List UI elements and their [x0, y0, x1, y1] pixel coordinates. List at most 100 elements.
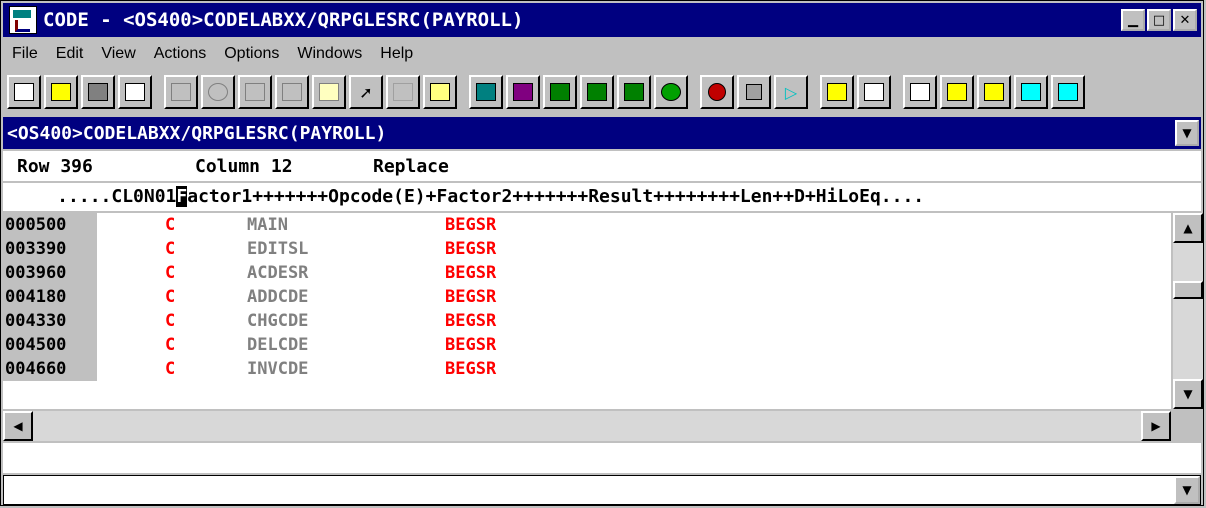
blank-icon[interactable] [386, 75, 420, 109]
opcode: BEGSR [445, 359, 497, 379]
build-2-icon[interactable] [580, 75, 614, 109]
menu-windows[interactable]: Windows [288, 45, 371, 63]
factor1: ADDCDE [247, 287, 309, 307]
layout-icon[interactable] [903, 75, 937, 109]
ruler-suffix: actor1+++++++Opcode(E)+Factor2+++++++Res… [187, 186, 925, 207]
scroll-up-button[interactable]: ▲ [1173, 213, 1203, 243]
format-ruler: .....CL0N01Factor1+++++++Opcode(E)+Facto… [3, 183, 1201, 211]
menu-bar: File Edit View Actions Options Windows H… [3, 41, 1201, 67]
new-file-icon[interactable] [7, 75, 41, 109]
play-icon[interactable]: ▷ [774, 75, 808, 109]
vertical-scrollbar[interactable]: ▲ ▼ [1173, 213, 1203, 409]
source-line[interactable]: 004500 C DELCDE BEGSR [3, 333, 1171, 357]
spec-type: C [165, 215, 176, 235]
forward-icon[interactable] [940, 75, 974, 109]
menu-help[interactable]: Help [371, 45, 422, 63]
source-line[interactable]: 004180 C ADDCDE BEGSR [3, 285, 1171, 309]
close-button[interactable]: ✕ [1173, 9, 1197, 31]
source-line[interactable]: 004660 C INVCDE BEGSR [3, 357, 1171, 381]
app-icon[interactable] [9, 6, 37, 34]
column-indicator: Column 12 [195, 156, 293, 177]
menu-file[interactable]: File [3, 45, 47, 63]
menu-actions[interactable]: Actions [145, 45, 215, 63]
opcode: BEGSR [445, 335, 497, 355]
spec-type: C [165, 311, 176, 331]
command-line[interactable]: ▼ [3, 475, 1201, 505]
path-dropdown-button[interactable]: ▼ [1175, 120, 1199, 146]
sequence-number: 004180 [3, 285, 97, 309]
source-line[interactable]: 003390 C EDITSL BEGSR [3, 237, 1171, 261]
ruler-prefix: .....CL0N01 [3, 186, 177, 207]
sequence-number: 003390 [3, 237, 97, 261]
select-arrow-icon[interactable]: ➚ [349, 75, 383, 109]
paste-icon[interactable] [312, 75, 346, 109]
scroll-down-button[interactable]: ▼ [1173, 379, 1203, 409]
spec-type: C [165, 359, 176, 379]
back-icon[interactable] [977, 75, 1011, 109]
build-3-icon[interactable] [617, 75, 651, 109]
opcode: BEGSR [445, 239, 497, 259]
message-area [3, 443, 1201, 473]
vertical-scroll-track[interactable] [1173, 243, 1203, 379]
program-verify-icon[interactable] [506, 75, 540, 109]
scroll-right-button[interactable]: ▶ [1141, 411, 1171, 441]
menu-view[interactable]: View [92, 45, 144, 63]
debug-bug-icon[interactable] [654, 75, 688, 109]
vertical-scroll-thumb[interactable] [1173, 281, 1203, 299]
source-editor[interactable]: 000500 C MAIN BEGSR 003390 C EDITSL BEGS… [3, 213, 1171, 409]
row-indicator: Row 396 [17, 156, 93, 177]
build-icon[interactable] [543, 75, 577, 109]
scroll-left-button[interactable]: ◀ [3, 411, 33, 441]
menu-edit[interactable]: Edit [47, 45, 93, 63]
spec-type: C [165, 239, 176, 259]
opcode: BEGSR [445, 287, 497, 307]
undo-icon[interactable] [201, 75, 235, 109]
factor1: EDITSL [247, 239, 309, 259]
factor1: INVCDE [247, 359, 309, 379]
source-line[interactable]: 000500 C MAIN BEGSR [3, 213, 1171, 237]
open-folder-icon[interactable] [44, 75, 78, 109]
factor1: DELCDE [247, 335, 309, 355]
print-icon[interactable] [118, 75, 152, 109]
cut-icon[interactable] [164, 75, 198, 109]
copy-icon[interactable] [275, 75, 309, 109]
flashlight-icon[interactable] [423, 75, 457, 109]
command-history-dropdown[interactable]: ▼ [1174, 476, 1200, 504]
source-line[interactable]: 004330 C CHGCDE BEGSR [3, 309, 1171, 333]
calculator-icon[interactable] [857, 75, 891, 109]
scrollbar-corner [1173, 411, 1203, 441]
spec-type: C [165, 335, 176, 355]
spec-type: C [165, 287, 176, 307]
stop-icon[interactable] [737, 75, 771, 109]
factor1: ACDESR [247, 263, 309, 283]
status-row: Row 396 Column 12 Replace [3, 151, 1201, 181]
member-path: <OS400>CODELABXX/QRPGLESRC(PAYROLL) [7, 122, 387, 144]
path-bar: <OS400>CODELABXX/QRPGLESRC(PAYROLL) ▼ [3, 117, 1201, 149]
title-bar[interactable]: CODE - <OS400>CODELABXX/QRPGLESRC(PAYROL… [3, 3, 1201, 37]
horizontal-scrollbar[interactable]: ◀ ▶ [3, 411, 1171, 441]
window-title: CODE - <OS400>CODELABXX/QRPGLESRC(PAYROL… [43, 9, 524, 31]
menu-options[interactable]: Options [215, 45, 288, 63]
opcode: BEGSR [445, 215, 497, 235]
opcode: BEGSR [445, 311, 497, 331]
sequence-number: 004500 [3, 333, 97, 357]
code-editor-window: CODE - <OS400>CODELABXX/QRPGLESRC(PAYROL… [0, 0, 1204, 506]
scissors-icon[interactable] [238, 75, 272, 109]
import-icon[interactable] [1051, 75, 1085, 109]
mode-indicator: Replace [373, 156, 449, 177]
text-cursor: F [176, 186, 188, 207]
format-icon[interactable] [820, 75, 854, 109]
sequence-number: 003960 [3, 261, 97, 285]
record-icon[interactable] [700, 75, 734, 109]
compile-icon[interactable] [469, 75, 503, 109]
toolbar: ➚ ▷ [3, 71, 1201, 113]
sequence-number: 000500 [3, 213, 97, 237]
minimize-button[interactable]: ▁ [1121, 9, 1145, 31]
maximize-button[interactable]: □ [1147, 9, 1171, 31]
save-icon[interactable] [81, 75, 115, 109]
factor1: CHGCDE [247, 311, 309, 331]
opcode: BEGSR [445, 263, 497, 283]
export-icon[interactable] [1014, 75, 1048, 109]
source-line[interactable]: 003960 C ACDESR BEGSR [3, 261, 1171, 285]
sequence-number: 004660 [3, 357, 97, 381]
